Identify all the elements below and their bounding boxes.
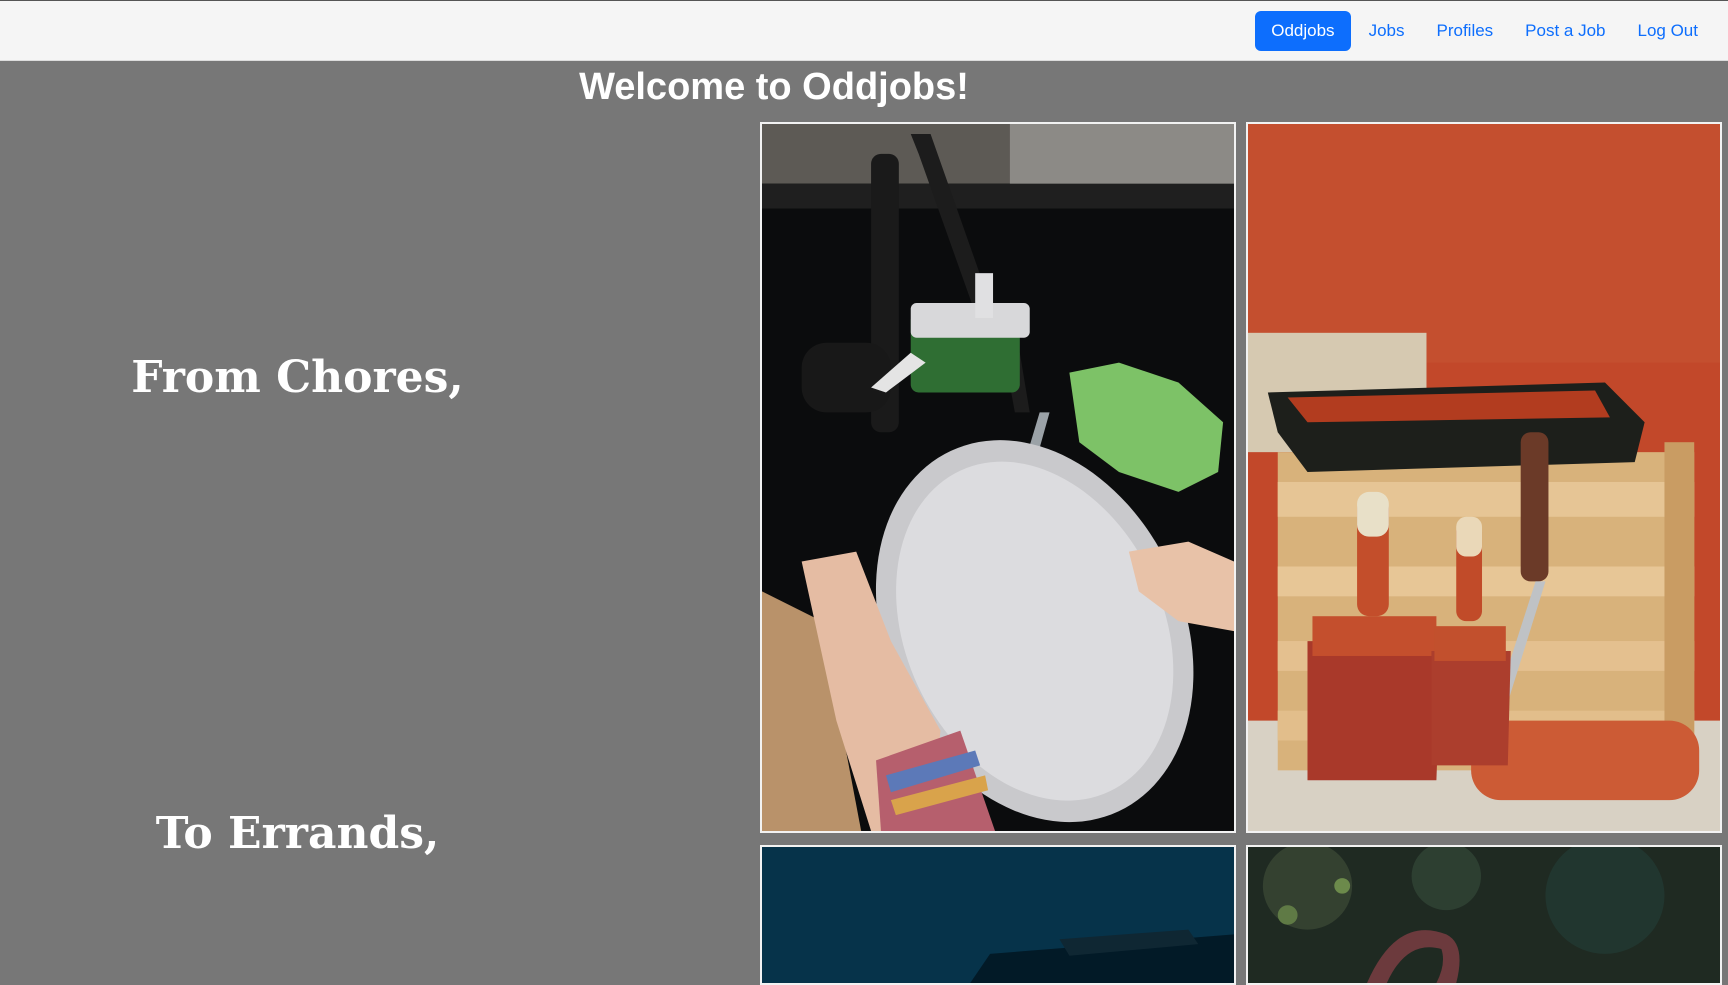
tagline-chores: From Chores, [131, 352, 464, 403]
page-title: Welcome to Oddjobs! [579, 66, 969, 108]
teal-photo [760, 845, 1236, 985]
painting-supplies-photo [1246, 122, 1722, 833]
nav-menu: Oddjobs Jobs Profiles Post a Job Log Out [1255, 11, 1714, 51]
top-navbar: Oddjobs Jobs Profiles Post a Job Log Out [0, 0, 1728, 61]
nav-brand-oddjobs[interactable]: Oddjobs [1255, 11, 1351, 51]
nav-link-profiles[interactable]: Profiles [1420, 11, 1509, 51]
dishwashing-photo [760, 122, 1236, 833]
nav-link-post-a-job[interactable]: Post a Job [1509, 11, 1621, 51]
tagline-errands: To Errands, [155, 808, 440, 859]
nav-link-log-out[interactable]: Log Out [1622, 11, 1715, 51]
garden-photo [1246, 845, 1722, 985]
nav-link-jobs[interactable]: Jobs [1353, 11, 1421, 51]
